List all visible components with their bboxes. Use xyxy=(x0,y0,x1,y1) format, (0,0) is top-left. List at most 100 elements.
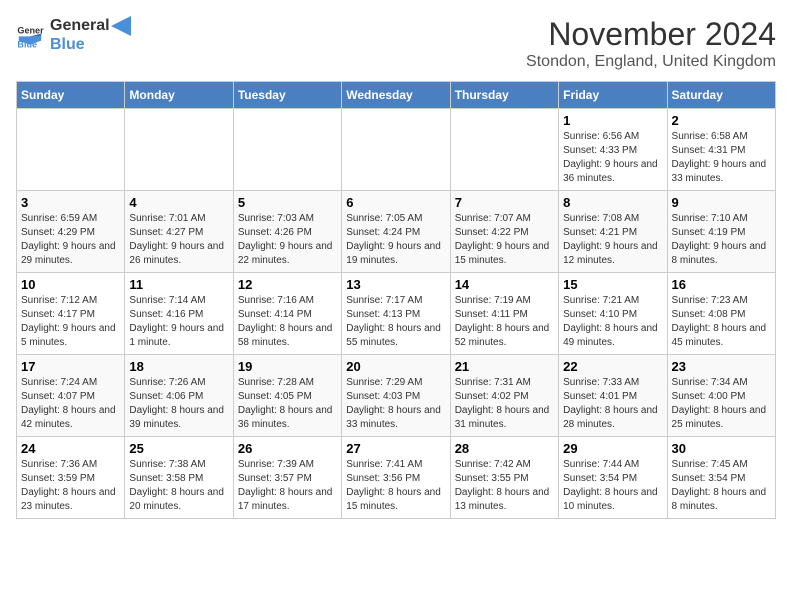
day-info: Sunrise: 7:44 AM Sunset: 3:54 PM Dayligh… xyxy=(563,458,662,514)
day-info: Sunrise: 7:26 AM Sunset: 4:06 PM Dayligh… xyxy=(129,376,228,432)
day-number: 11 xyxy=(129,277,228,292)
day-info: Sunrise: 7:07 AM Sunset: 4:22 PM Dayligh… xyxy=(455,212,554,268)
day-info: Sunrise: 7:21 AM Sunset: 4:10 PM Dayligh… xyxy=(563,294,662,350)
day-info: Sunrise: 6:56 AM Sunset: 4:33 PM Dayligh… xyxy=(563,130,662,186)
day-cell-13: 13 Sunrise: 7:17 AM Sunset: 4:13 PM Dayli… xyxy=(342,273,450,355)
day-number: 9 xyxy=(672,195,771,210)
day-number: 10 xyxy=(21,277,120,292)
week-row-3: 10Sunrise: 7:12 AM Sunset: 4:17 PM Dayli… xyxy=(17,273,776,355)
day-cell-12: 12Sunrise: 7:16 AM Sunset: 4:14 PM Dayli… xyxy=(233,273,341,355)
day-cell-empty xyxy=(450,109,558,191)
day-info: Sunrise: 7:33 AM Sunset: 4:01 PM Dayligh… xyxy=(563,376,662,432)
day-info: Sunrise: 7:01 AM Sunset: 4:27 PM Dayligh… xyxy=(129,212,228,268)
day-cell-18: 18 Sunrise: 7:26 AM Sunset: 4:06 PM Dayli… xyxy=(125,355,233,437)
day-cell-1: 1 Sunrise: 6:56 AM Sunset: 4:33 PM Daylig… xyxy=(559,109,667,191)
day-info: Sunrise: 6:58 AM Sunset: 4:31 PM Dayligh… xyxy=(672,130,771,186)
day-info: Sunrise: 7:10 AM Sunset: 4:19 PM Dayligh… xyxy=(672,212,771,268)
week-row-2: 3Sunrise: 6:59 AM Sunset: 4:29 PM Daylig… xyxy=(17,191,776,273)
day-number: 2 xyxy=(672,113,771,128)
day-cell-25: 25Sunrise: 7:38 AM Sunset: 3:58 PM Dayli… xyxy=(125,437,233,519)
day-number: 17 xyxy=(21,359,120,374)
day-number: 23 xyxy=(672,359,771,374)
day-cell-7: 7 Sunrise: 7:07 AM Sunset: 4:22 PM Daylig… xyxy=(450,191,558,273)
week-row-1: 1 Sunrise: 6:56 AM Sunset: 4:33 PM Daylig… xyxy=(17,109,776,191)
day-number: 8 xyxy=(563,195,662,210)
day-info: Sunrise: 7:39 AM Sunset: 3:57 PM Dayligh… xyxy=(238,458,337,514)
day-number: 30 xyxy=(672,441,771,456)
day-number: 13 xyxy=(346,277,445,292)
day-number: 3 xyxy=(21,195,120,210)
day-number: 24 xyxy=(21,441,120,456)
day-number: 19 xyxy=(238,359,337,374)
day-cell-empty xyxy=(17,109,125,191)
day-info: Sunrise: 7:16 AM Sunset: 4:14 PM Dayligh… xyxy=(238,294,337,350)
logo-general: General xyxy=(50,17,110,35)
day-info: Sunrise: 7:34 AM Sunset: 4:00 PM Dayligh… xyxy=(672,376,771,432)
title-area: November 2024 Stondon, England, United K… xyxy=(526,16,776,71)
day-cell-15: 15Sunrise: 7:21 AM Sunset: 4:10 PM Dayli… xyxy=(559,273,667,355)
day-number: 18 xyxy=(129,359,228,374)
day-cell-23: 23 Sunrise: 7:34 AM Sunset: 4:00 PM Dayli… xyxy=(667,355,775,437)
weekday-header-thursday: Thursday xyxy=(450,82,558,109)
day-info: Sunrise: 7:05 AM Sunset: 4:24 PM Dayligh… xyxy=(346,212,445,268)
day-cell-3: 3Sunrise: 6:59 AM Sunset: 4:29 PM Daylig… xyxy=(17,191,125,273)
week-row-5: 24 Sunrise: 7:36 AM Sunset: 3:59 PM Dayli… xyxy=(17,437,776,519)
day-number: 27 xyxy=(346,441,445,456)
header: General Blue General Blue November 2024 … xyxy=(16,16,776,71)
weekday-header-friday: Friday xyxy=(559,82,667,109)
weekday-header-tuesday: Tuesday xyxy=(233,82,341,109)
day-info: Sunrise: 7:45 AM Sunset: 3:54 PM Dayligh… xyxy=(672,458,771,514)
day-cell-30: 30 Sunrise: 7:45 AM Sunset: 3:54 PM Dayli… xyxy=(667,437,775,519)
day-info: Sunrise: 7:24 AM Sunset: 4:07 PM Dayligh… xyxy=(21,376,120,432)
day-cell-6: 6 Sunrise: 7:05 AM Sunset: 4:24 PM Daylig… xyxy=(342,191,450,273)
weekday-header-monday: Monday xyxy=(125,82,233,109)
day-cell-19: 19 Sunrise: 7:28 AM Sunset: 4:05 PM Dayli… xyxy=(233,355,341,437)
day-cell-26: 26 Sunrise: 7:39 AM Sunset: 3:57 PM Dayli… xyxy=(233,437,341,519)
day-cell-9: 9 Sunrise: 7:10 AM Sunset: 4:19 PM Daylig… xyxy=(667,191,775,273)
day-info: Sunrise: 7:08 AM Sunset: 4:21 PM Dayligh… xyxy=(563,212,662,268)
day-number: 26 xyxy=(238,441,337,456)
day-info: Sunrise: 7:42 AM Sunset: 3:55 PM Dayligh… xyxy=(455,458,554,514)
day-cell-8: 8 Sunrise: 7:08 AM Sunset: 4:21 PM Daylig… xyxy=(559,191,667,273)
day-info: Sunrise: 7:36 AM Sunset: 3:59 PM Dayligh… xyxy=(21,458,120,514)
day-number: 16 xyxy=(672,277,771,292)
day-cell-29: 29Sunrise: 7:44 AM Sunset: 3:54 PM Dayli… xyxy=(559,437,667,519)
day-cell-22: 22 Sunrise: 7:33 AM Sunset: 4:01 PM Dayli… xyxy=(559,355,667,437)
day-number: 22 xyxy=(563,359,662,374)
day-cell-empty xyxy=(125,109,233,191)
day-info: Sunrise: 7:31 AM Sunset: 4:02 PM Dayligh… xyxy=(455,376,554,432)
day-number: 25 xyxy=(129,441,228,456)
weekday-header-sunday: Sunday xyxy=(17,82,125,109)
weekday-header-row: SundayMondayTuesdayWednesdayThursdayFrid… xyxy=(17,82,776,109)
day-number: 6 xyxy=(346,195,445,210)
day-cell-11: 11 Sunrise: 7:14 AM Sunset: 4:16 PM Dayli… xyxy=(125,273,233,355)
week-row-4: 17 Sunrise: 7:24 AM Sunset: 4:07 PM Dayli… xyxy=(17,355,776,437)
day-number: 7 xyxy=(455,195,554,210)
day-info: Sunrise: 7:41 AM Sunset: 3:56 PM Dayligh… xyxy=(346,458,445,514)
calendar: SundayMondayTuesdayWednesdayThursdayFrid… xyxy=(16,81,776,519)
day-cell-2: 2 Sunrise: 6:58 AM Sunset: 4:31 PM Daylig… xyxy=(667,109,775,191)
day-cell-empty xyxy=(342,109,450,191)
location-title: Stondon, England, United Kingdom xyxy=(526,53,776,71)
day-info: Sunrise: 7:28 AM Sunset: 4:05 PM Dayligh… xyxy=(238,376,337,432)
day-number: 4 xyxy=(129,195,228,210)
day-number: 5 xyxy=(238,195,337,210)
day-cell-5: 5Sunrise: 7:03 AM Sunset: 4:26 PM Daylig… xyxy=(233,191,341,273)
day-cell-24: 24 Sunrise: 7:36 AM Sunset: 3:59 PM Dayli… xyxy=(17,437,125,519)
day-cell-20: 20Sunrise: 7:29 AM Sunset: 4:03 PM Dayli… xyxy=(342,355,450,437)
month-title: November 2024 xyxy=(526,16,776,53)
weekday-header-saturday: Saturday xyxy=(667,82,775,109)
logo-icon: General Blue xyxy=(16,21,44,49)
logo-blue: Blue xyxy=(50,36,85,53)
day-info: Sunrise: 7:17 AM Sunset: 4:13 PM Dayligh… xyxy=(346,294,445,350)
day-number: 21 xyxy=(455,359,554,374)
day-info: Sunrise: 7:29 AM Sunset: 4:03 PM Dayligh… xyxy=(346,376,445,432)
day-info: Sunrise: 7:14 AM Sunset: 4:16 PM Dayligh… xyxy=(129,294,228,350)
day-cell-17: 17 Sunrise: 7:24 AM Sunset: 4:07 PM Dayli… xyxy=(17,355,125,437)
day-cell-empty xyxy=(233,109,341,191)
day-number: 28 xyxy=(455,441,554,456)
day-number: 1 xyxy=(563,113,662,128)
logo: General Blue General Blue xyxy=(16,16,132,54)
day-info: Sunrise: 7:19 AM Sunset: 4:11 PM Dayligh… xyxy=(455,294,554,350)
day-number: 14 xyxy=(455,277,554,292)
